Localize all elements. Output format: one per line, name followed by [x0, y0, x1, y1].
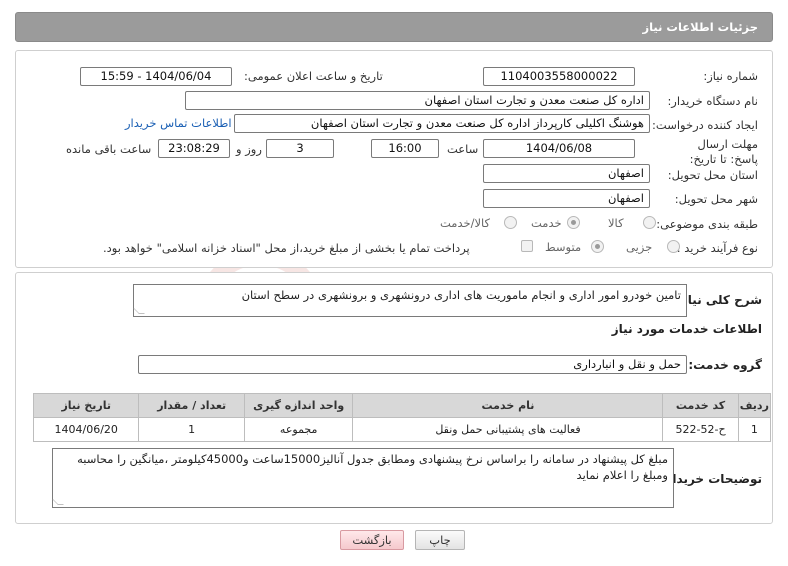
requester-label: ایجاد کننده درخواست: — [652, 118, 758, 132]
buyer-contact-link[interactable]: اطلاعات تماس خریدار — [125, 116, 232, 130]
deadline-time-field: 16:00 — [371, 139, 439, 158]
page-header: جزئیات اطلاعات نیاز — [15, 12, 773, 42]
col-header-quantity: تعداد / مقدار — [138, 393, 245, 418]
category-radio-goods-service[interactable] — [504, 216, 517, 229]
page-title: جزئیات اطلاعات نیاز — [642, 20, 758, 34]
purchase-option-medium: متوسط — [545, 240, 582, 254]
deadline-label: مهلت ارسال پاسخ: تا تاریخ: — [689, 137, 758, 166]
days-label: روز و — [236, 142, 262, 156]
delivery-city-field: اصفهان — [483, 189, 650, 208]
table-header-row: ردیف کد خدمت نام خدمت واحد اندازه گیری ت… — [32, 393, 772, 418]
resize-grip-icon[interactable] — [133, 308, 145, 314]
delivery-city-label: شهر محل تحویل: — [674, 192, 758, 206]
category-label: طبقه بندی موضوعی: — [656, 217, 758, 231]
deadline-date-field: 1404/06/08 — [483, 139, 635, 158]
deadline-time-label: ساعت — [447, 142, 479, 156]
requester-field: هوشنگ اکلیلی کارپرداز اداره کل صنعت معدن… — [234, 114, 650, 133]
service-group-label: گروه خدمت: — [688, 358, 762, 372]
time-remaining-field: 23:08:29 — [158, 139, 230, 158]
print-button[interactable]: چاپ — [415, 530, 465, 550]
purchase-option-minor: جزیی — [626, 240, 653, 254]
col-header-service-name: نام خدمت — [352, 393, 664, 418]
purchase-radio-medium[interactable] — [591, 240, 604, 253]
cell-row-number: 1 — [737, 417, 772, 442]
back-button[interactable]: بازگشت — [340, 530, 404, 550]
buyer-notes-text: مبلغ کل پیشنهاد در سامانه را براساس نرخ … — [77, 452, 668, 482]
need-number-label: شماره نیاز: — [703, 69, 758, 83]
purchase-radio-minor[interactable] — [667, 240, 680, 253]
category-option-service: خدمت — [531, 216, 562, 230]
purchase-type-label: نوع فرآیند خرید : — [676, 241, 758, 255]
services-table: ردیف کد خدمت نام خدمت واحد اندازه گیری ت… — [32, 393, 772, 442]
buyer-notes-label: توضیحات خریدار: — [660, 472, 762, 486]
col-header-row-number: ردیف — [737, 393, 772, 418]
category-option-goods: کالا — [608, 216, 624, 230]
cell-need-date: 1404/06/20 — [32, 417, 140, 442]
cell-service-name: فعالیت های پشتیبانی حمل ونقل — [352, 417, 664, 442]
cell-service-code: ح-52-522 — [662, 417, 739, 442]
buyer-org-field: اداره کل صنعت معدن و تجارت استان اصفهان — [185, 91, 650, 110]
time-remaining-label: ساعت باقی مانده — [66, 142, 152, 156]
service-group-field: حمل و نقل و انبارداری — [138, 355, 687, 374]
summary-textarea: تامین خودرو امور اداری و انجام ماموریت ه… — [133, 284, 687, 317]
summary-text: تامین خودرو امور اداری و انجام ماموریت ه… — [241, 288, 681, 302]
buyer-notes-textarea: مبلغ کل پیشنهاد در سامانه را براساس نرخ … — [52, 448, 674, 508]
services-section-title: اطلاعات خدمات مورد نیاز — [611, 322, 762, 336]
cell-quantity: 1 — [138, 417, 245, 442]
treasury-payment-note: پرداخت تمام یا بخشی از مبلغ خرید،از محل … — [103, 241, 470, 255]
delivery-province-field: اصفهان — [483, 164, 650, 183]
need-number-field: 1104003558000022 — [483, 67, 635, 86]
announce-datetime-field: 1404/06/04 - 15:59 — [80, 67, 232, 86]
announce-datetime-label: تاریخ و ساعت اعلان عمومی: — [244, 69, 383, 83]
delivery-province-label: استان محل تحویل: — [667, 168, 758, 182]
cell-unit: مجموعه — [243, 417, 354, 442]
category-radio-goods[interactable] — [643, 216, 656, 229]
category-radio-service[interactable] — [567, 216, 580, 229]
treasury-payment-checkbox[interactable] — [521, 240, 533, 252]
category-option-goods-service: کالا/خدمت — [440, 216, 491, 230]
buyer-org-label: نام دستگاه خریدار: — [667, 94, 758, 108]
days-remaining-field: 3 — [266, 139, 334, 158]
col-header-unit: واحد اندازه گیری — [243, 393, 354, 418]
resize-grip-icon[interactable] — [52, 499, 64, 505]
summary-label: شرح کلی نیاز: — [676, 293, 762, 307]
col-header-service-code: کد خدمت — [662, 393, 739, 418]
table-row: 1 ح-52-522 فعالیت های پشتیبانی حمل ونقل … — [32, 417, 772, 442]
col-header-need-date: تاریخ نیاز — [32, 393, 140, 418]
